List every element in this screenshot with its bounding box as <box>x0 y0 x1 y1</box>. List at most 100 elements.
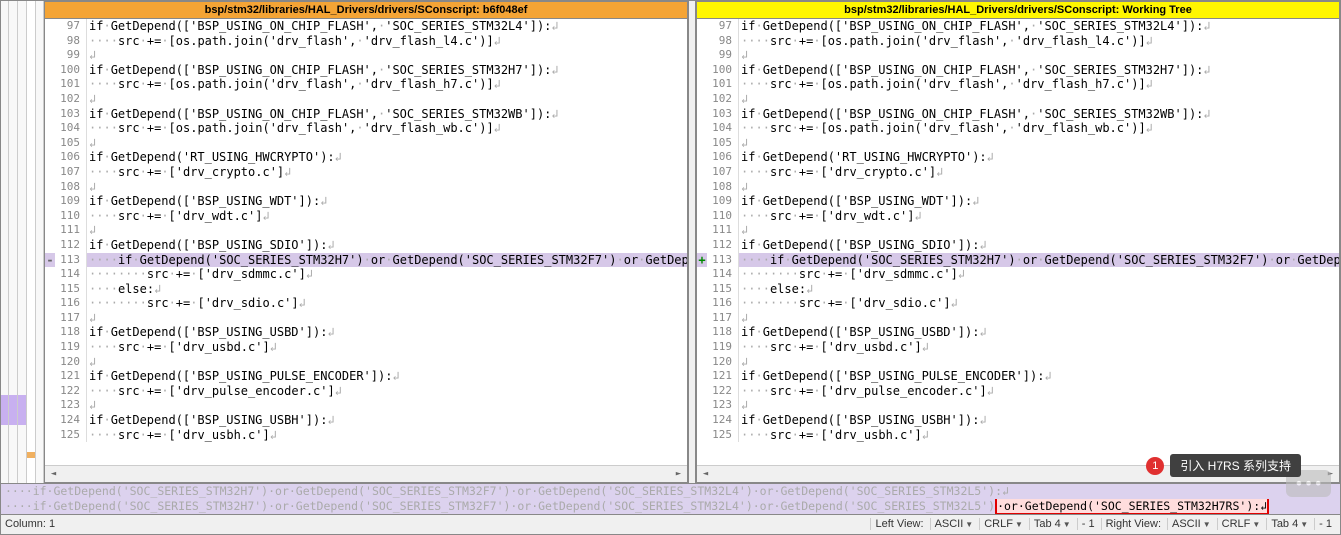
code-line[interactable]: 122····src·+=·['drv_pulse_encoder.c']↲ <box>45 384 687 399</box>
diff-marker-empty <box>697 107 707 122</box>
code-line[interactable]: 107····src·+=·['drv_crypto.c']↲ <box>697 165 1339 180</box>
diff-marker-empty <box>45 296 55 311</box>
code-line[interactable]: 98····src·+=·[os.path.join('drv_flash',·… <box>45 34 687 49</box>
scroll-left-icon[interactable]: ◄ <box>45 465 62 482</box>
overview-ruler[interactable] <box>1 1 44 483</box>
diff-marker-empty <box>45 136 55 151</box>
code-text: if·GetDepend(['BSP_USING_SDIO']):↲ <box>87 238 687 253</box>
code-line[interactable]: 118if·GetDepend(['BSP_USING_USBD']):↲ <box>697 325 1339 340</box>
code-line[interactable]: 120↲ <box>45 355 687 370</box>
right-encoding-dropdown[interactable]: ASCII▼ <box>1167 518 1215 530</box>
code-line[interactable]: 104····src·+=·[os.path.join('drv_flash',… <box>697 121 1339 136</box>
line-number: 124 <box>707 413 739 428</box>
code-line[interactable]: 117↲ <box>697 311 1339 326</box>
code-line[interactable]: 118if·GetDepend(['BSP_USING_USBD']):↲ <box>45 325 687 340</box>
code-text: if·GetDepend(['BSP_USING_WDT']):↲ <box>739 194 1339 209</box>
code-line[interactable]: 98····src·+=·[os.path.join('drv_flash',·… <box>697 34 1339 49</box>
left-tab-dropdown[interactable]: Tab 4▼ <box>1029 518 1075 530</box>
code-line[interactable]: 110····src·+=·['drv_wdt.c']↲ <box>697 209 1339 224</box>
code-line[interactable]: 97if·GetDepend(['BSP_USING_ON_CHIP_FLASH… <box>45 19 687 34</box>
code-line[interactable]: +113····if·GetDepend('SOC_SERIES_STM32H7… <box>697 253 1339 268</box>
code-text: if·GetDepend(['BSP_USING_WDT']):↲ <box>87 194 687 209</box>
line-number: 109 <box>707 194 739 209</box>
code-line[interactable]: 106if·GetDepend('RT_USING_HWCRYPTO'):↲ <box>45 150 687 165</box>
code-line[interactable]: 107····src·+=·['drv_crypto.c']↲ <box>45 165 687 180</box>
code-line[interactable]: 115····else:↲ <box>697 282 1339 297</box>
right-lineending-dropdown[interactable]: CRLF▼ <box>1217 518 1265 530</box>
code-text: ↲ <box>739 48 1339 63</box>
code-line[interactable]: 100if·GetDepend(['BSP_USING_ON_CHIP_FLAS… <box>45 63 687 78</box>
code-line[interactable]: 123↲ <box>697 398 1339 413</box>
line-number: 117 <box>707 311 739 326</box>
code-text: ········src·+=·['drv_sdmmc.c']↲ <box>739 267 1339 282</box>
code-line[interactable]: 104····src·+=·[os.path.join('drv_flash',… <box>45 121 687 136</box>
scroll-right-icon[interactable]: ► <box>670 465 687 482</box>
code-line[interactable]: 121if·GetDepend(['BSP_USING_PULSE_ENCODE… <box>45 369 687 384</box>
code-line[interactable]: 119····src·+=·['drv_usbd.c']↲ <box>697 340 1339 355</box>
panel-divider[interactable] <box>688 1 696 483</box>
diff-marker-empty <box>697 165 707 180</box>
right-tab-dropdown[interactable]: Tab 4▼ <box>1266 518 1312 530</box>
left-encoding-dropdown[interactable]: ASCII▼ <box>930 518 978 530</box>
code-line[interactable]: 101····src·+=·[os.path.join('drv_flash',… <box>697 77 1339 92</box>
code-line[interactable]: 105↲ <box>45 136 687 151</box>
code-text: ↲ <box>87 311 687 326</box>
line-number: 101 <box>707 77 739 92</box>
code-line[interactable]: 108↲ <box>45 180 687 195</box>
line-number: 100 <box>707 63 739 78</box>
left-lineending-dropdown[interactable]: CRLF▼ <box>979 518 1027 530</box>
code-line[interactable]: 109if·GetDepend(['BSP_USING_WDT']):↲ <box>45 194 687 209</box>
code-line[interactable]: 111↲ <box>45 223 687 238</box>
code-line[interactable]: 124if·GetDepend(['BSP_USING_USBH']):↲ <box>697 413 1339 428</box>
code-line[interactable]: 102↲ <box>697 92 1339 107</box>
right-code-area[interactable]: 97if·GetDepend(['BSP_USING_ON_CHIP_FLASH… <box>697 19 1339 465</box>
scroll-left-icon[interactable]: ◄ <box>697 465 714 482</box>
code-line[interactable]: 122····src·+=·['drv_pulse_encoder.c']↲ <box>697 384 1339 399</box>
code-line[interactable]: 109if·GetDepend(['BSP_USING_WDT']):↲ <box>697 194 1339 209</box>
diff-marker-empty <box>697 384 707 399</box>
code-line[interactable]: 124if·GetDepend(['BSP_USING_USBH']):↲ <box>45 413 687 428</box>
line-number: 102 <box>55 92 87 107</box>
code-line[interactable]: 103if·GetDepend(['BSP_USING_ON_CHIP_FLAS… <box>45 107 687 122</box>
line-number: 114 <box>707 267 739 282</box>
code-line[interactable]: 105↲ <box>697 136 1339 151</box>
code-line[interactable]: 100if·GetDepend(['BSP_USING_ON_CHIP_FLAS… <box>697 63 1339 78</box>
code-line[interactable]: 115····else:↲ <box>45 282 687 297</box>
code-line[interactable]: 114········src·+=·['drv_sdmmc.c']↲ <box>697 267 1339 282</box>
diff-marker-empty <box>697 325 707 340</box>
code-line[interactable]: 103if·GetDepend(['BSP_USING_ON_CHIP_FLAS… <box>697 107 1339 122</box>
code-line[interactable]: 111↲ <box>697 223 1339 238</box>
line-number: 112 <box>707 238 739 253</box>
code-line[interactable]: 125····src·+=·['drv_usbh.c']↲ <box>697 428 1339 443</box>
code-line[interactable]: 120↲ <box>697 355 1339 370</box>
code-line[interactable]: 112if·GetDepend(['BSP_USING_SDIO']):↲ <box>697 238 1339 253</box>
code-line[interactable]: 125····src·+=·['drv_usbh.c']↲ <box>45 428 687 443</box>
code-line[interactable]: 116········src·+=·['drv_sdio.c']↲ <box>697 296 1339 311</box>
code-line[interactable]: 99↲ <box>45 48 687 63</box>
diff-marker-empty <box>45 107 55 122</box>
bottom-diff-view: ····if·GetDepend('SOC_SERIES_STM32H7')·o… <box>1 483 1340 514</box>
code-text: ····src·+=·[os.path.join('drv_flash',·'d… <box>739 121 1339 136</box>
code-line[interactable]: 116········src·+=·['drv_sdio.c']↲ <box>45 296 687 311</box>
line-number: 113 <box>707 253 739 268</box>
code-line[interactable]: 108↲ <box>697 180 1339 195</box>
diff-marker-empty <box>45 19 55 34</box>
code-line[interactable]: 102↲ <box>45 92 687 107</box>
code-line[interactable]: 106if·GetDepend('RT_USING_HWCRYPTO'):↲ <box>697 150 1339 165</box>
code-line[interactable]: 101····src·+=·[os.path.join('drv_flash',… <box>45 77 687 92</box>
code-line[interactable]: 114········src·+=·['drv_sdmmc.c']↲ <box>45 267 687 282</box>
code-line[interactable]: 97if·GetDepend(['BSP_USING_ON_CHIP_FLASH… <box>697 19 1339 34</box>
code-text: ↲ <box>739 398 1339 413</box>
code-line[interactable]: 119····src·+=·['drv_usbd.c']↲ <box>45 340 687 355</box>
left-code-area[interactable]: 97if·GetDepend(['BSP_USING_ON_CHIP_FLASH… <box>45 19 687 465</box>
code-line[interactable]: 110····src·+=·['drv_wdt.c']↲ <box>45 209 687 224</box>
chevron-down-icon: ▼ <box>965 520 973 529</box>
code-line[interactable]: 99↲ <box>697 48 1339 63</box>
line-number: 98 <box>707 34 739 49</box>
left-scrollbar[interactable]: ◄ ► <box>45 465 687 482</box>
code-line[interactable]: 121if·GetDepend(['BSP_USING_PULSE_ENCODE… <box>697 369 1339 384</box>
code-line[interactable]: -113····if·GetDepend('SOC_SERIES_STM32H7… <box>45 253 687 268</box>
code-line[interactable]: 112if·GetDepend(['BSP_USING_SDIO']):↲ <box>45 238 687 253</box>
code-line[interactable]: 117↲ <box>45 311 687 326</box>
code-line[interactable]: 123↲ <box>45 398 687 413</box>
